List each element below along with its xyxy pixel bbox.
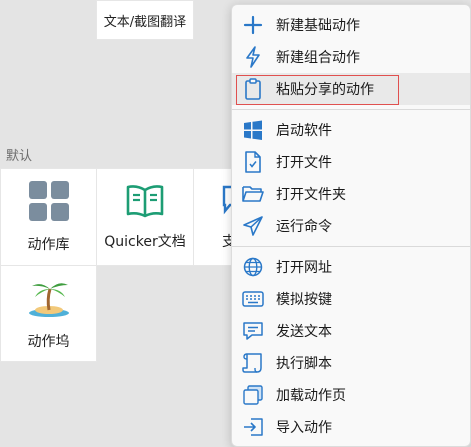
menu-item-load-action-page[interactable]: 加载动作页 bbox=[232, 379, 470, 411]
menu-item-paste-shared-action[interactable]: 粘贴分享的动作 bbox=[232, 73, 470, 105]
menu-item-label: 加载动作页 bbox=[276, 388, 346, 404]
menu-item-new-basic-action[interactable]: 新建基础动作 bbox=[232, 9, 470, 41]
menu-item-label: 粘贴分享的动作 bbox=[276, 82, 374, 98]
grid-icon bbox=[28, 180, 70, 226]
menu-item-label: 发送文本 bbox=[276, 324, 332, 340]
action-tile-translate[interactable]: 文本/截图翻译 bbox=[96, 0, 194, 40]
menu-item-open-url[interactable]: 打开网址 bbox=[232, 251, 470, 283]
menu-item-label: 运行命令 bbox=[276, 219, 332, 235]
menu-item-label: 执行脚本 bbox=[276, 356, 332, 372]
menu-item-open-folder[interactable]: 打开文件夹 bbox=[232, 178, 470, 210]
action-tile-label: 动作坞 bbox=[27, 333, 70, 350]
menu-item-label: 打开文件 bbox=[276, 155, 332, 171]
menu-item-import-action[interactable]: 导入动作 bbox=[232, 411, 470, 443]
script-icon bbox=[242, 352, 264, 374]
windows-icon bbox=[242, 119, 264, 141]
lightning-icon bbox=[242, 46, 264, 68]
menu-item-new-composite-action[interactable]: 新建组合动作 bbox=[232, 41, 470, 73]
action-tile-docs[interactable]: Quicker文档 bbox=[96, 168, 194, 266]
folder-icon bbox=[242, 183, 264, 205]
action-tile-label: Quicker文档 bbox=[104, 234, 186, 250]
keyboard-icon bbox=[242, 288, 264, 310]
menu-item-send-text[interactable]: 发送文本 bbox=[232, 315, 470, 347]
menu-item-run-script[interactable]: 执行脚本 bbox=[232, 347, 470, 379]
import-icon bbox=[242, 416, 264, 438]
action-tile-label: 动作库 bbox=[27, 237, 70, 253]
menu-item-label: 新建基础动作 bbox=[276, 18, 360, 34]
menu-item-label: 启动软件 bbox=[276, 123, 332, 139]
clipboard-icon bbox=[242, 78, 264, 100]
menu-item-simulate-keys[interactable]: 模拟按键 bbox=[232, 283, 470, 315]
menu-separator bbox=[232, 109, 470, 110]
action-tile-label: 文本/截图翻译 bbox=[103, 14, 187, 30]
menu-item-label: 新建组合动作 bbox=[276, 50, 360, 66]
pages-icon bbox=[242, 384, 264, 406]
menu-item-label: 打开网址 bbox=[276, 260, 332, 276]
file-icon bbox=[242, 151, 264, 173]
palm-island-icon bbox=[27, 277, 71, 323]
menu-item-run-command[interactable]: 运行命令 bbox=[232, 210, 470, 242]
section-label-default: 默认 bbox=[6, 149, 33, 164]
message-icon bbox=[242, 320, 264, 342]
open-book-icon bbox=[125, 183, 165, 223]
action-tile-library[interactable]: 动作库 bbox=[0, 168, 97, 266]
menu-separator bbox=[232, 246, 470, 247]
menu-item-label: 打开文件夹 bbox=[276, 187, 346, 203]
menu-item-label: 导入动作 bbox=[276, 420, 332, 436]
menu-item-open-file[interactable]: 打开文件 bbox=[232, 146, 470, 178]
globe-icon bbox=[242, 256, 264, 278]
menu-item-label: 模拟按键 bbox=[276, 292, 332, 308]
context-menu: 新建基础动作 新建组合动作 粘贴分享的动作 启动软件 打开文件 打开文件夹 运行… bbox=[231, 4, 471, 447]
menu-item-launch-app[interactable]: 启动软件 bbox=[232, 114, 470, 146]
action-tile-dock[interactable]: 动作坞 bbox=[0, 265, 97, 362]
plus-icon bbox=[242, 14, 264, 36]
send-icon bbox=[242, 215, 264, 237]
